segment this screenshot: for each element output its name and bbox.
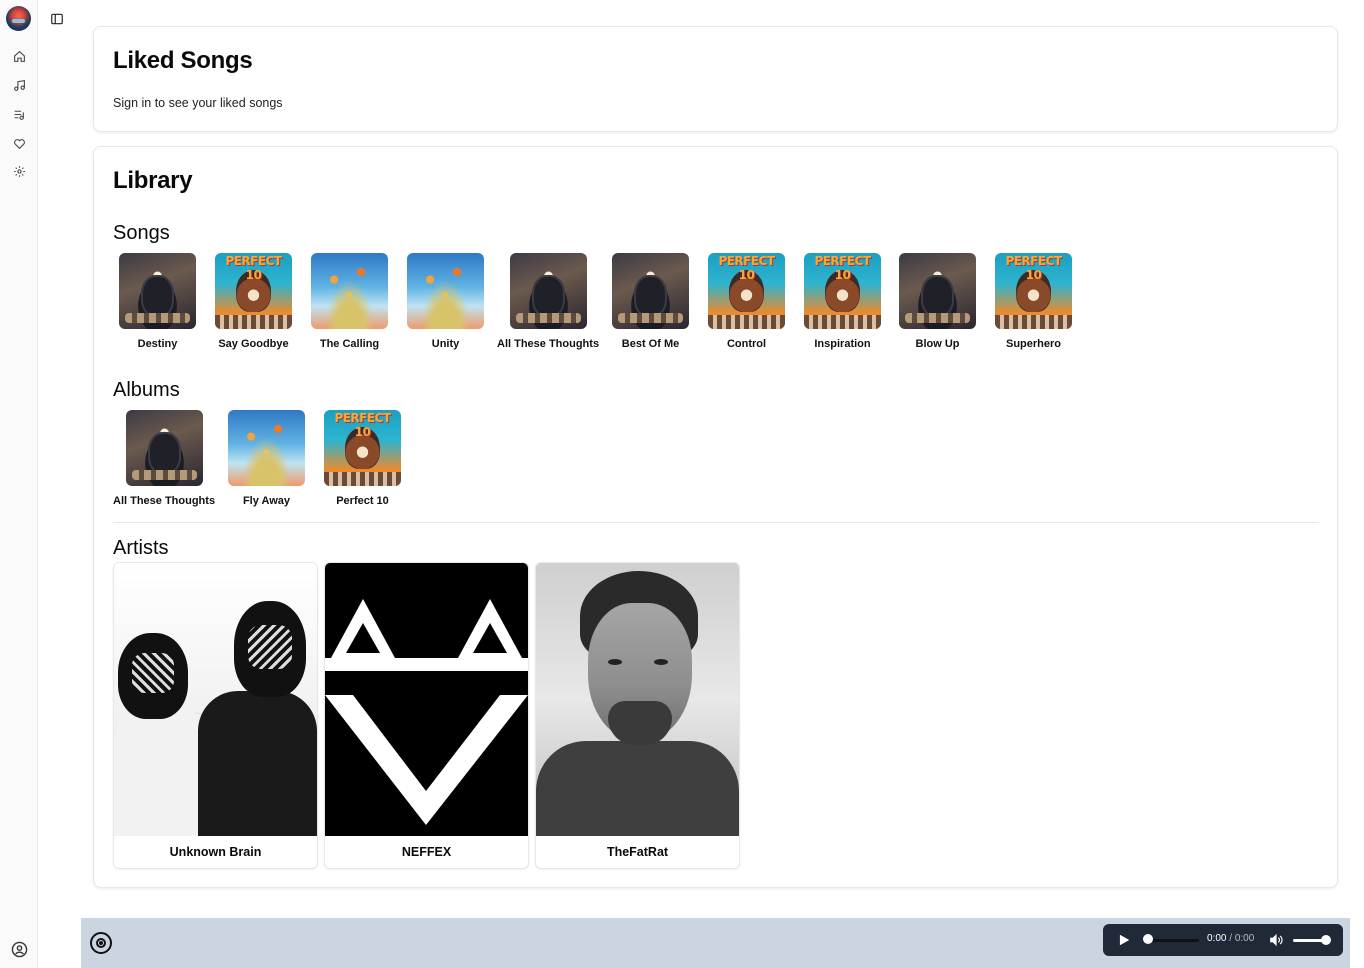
- song-title: Unity: [431, 338, 460, 350]
- app-logo[interactable]: [6, 6, 31, 31]
- album-tile[interactable]: PERFECT 10 Perfect 10: [324, 410, 401, 507]
- artist-card[interactable]: TheFatRat: [535, 562, 740, 869]
- artist-name: NEFFEX: [401, 845, 452, 859]
- album-title: All These Thoughts: [113, 495, 216, 507]
- song-cover: PERFECT 10: [215, 253, 292, 329]
- song-title: Say Goodbye: [218, 338, 289, 350]
- volume-icon[interactable]: [1269, 933, 1283, 947]
- user-circle-icon[interactable]: [11, 941, 28, 958]
- song-cover: [612, 253, 689, 329]
- album-cover: [228, 410, 305, 486]
- cover-text: PERFECT 10: [225, 254, 282, 282]
- song-tile[interactable]: PERFECT 10 Inspiration: [804, 253, 881, 350]
- liked-songs-card: Liked Songs Sign in to see your liked so…: [93, 26, 1338, 132]
- settings-icon[interactable]: [11, 163, 27, 179]
- song-cover: [119, 253, 196, 329]
- library-card: Library Songs Destiny PERFECT 10 Say Goo…: [93, 146, 1338, 888]
- song-cover: [509, 253, 587, 329]
- song-tile[interactable]: All These Thoughts: [497, 253, 599, 350]
- album-cover: [125, 410, 203, 486]
- song-tile[interactable]: PERFECT 10 Control: [708, 253, 785, 350]
- song-cover: PERFECT 10: [995, 253, 1072, 329]
- artist-name: Unknown Brain: [169, 845, 262, 859]
- player-bar: 0:00 / 0:00: [81, 918, 1350, 968]
- library-title: Library: [113, 167, 193, 194]
- cover-text: PERFECT 10: [1005, 254, 1062, 282]
- sidebar: [0, 0, 38, 968]
- heart-icon[interactable]: [11, 135, 27, 151]
- artist-card[interactable]: Unknown Brain: [113, 562, 318, 869]
- disc-icon[interactable]: [89, 931, 113, 955]
- album-cover: PERFECT 10: [324, 410, 401, 486]
- songs-heading: Songs: [113, 222, 170, 244]
- playlist-icon[interactable]: [11, 106, 27, 122]
- duration: 0:00: [1234, 933, 1255, 944]
- song-title: Blow Up: [915, 338, 960, 350]
- song-title: Inspiration: [814, 338, 871, 350]
- song-tile[interactable]: Unity: [407, 253, 484, 350]
- cover-text: PERFECT 10: [334, 411, 391, 439]
- cover-text: PERFECT 10: [814, 254, 871, 282]
- current-time: 0:00: [1207, 933, 1227, 944]
- cover-text: PERFECT 10: [718, 254, 775, 282]
- song-title: Control: [726, 338, 767, 350]
- song-cover: [407, 253, 484, 329]
- song-cover: [899, 253, 976, 329]
- audio-controls: 0:00 / 0:00: [1103, 924, 1343, 956]
- song-title: All These Thoughts: [497, 338, 600, 350]
- music-note-icon[interactable]: [11, 77, 27, 93]
- home-icon[interactable]: [11, 48, 27, 64]
- song-tile[interactable]: The Calling: [311, 253, 388, 350]
- song-title: Best Of Me: [621, 338, 680, 350]
- time-display: 0:00 / 0:00: [1207, 933, 1254, 944]
- time-separator: /: [1229, 933, 1233, 944]
- divider: [113, 522, 1319, 523]
- sidebar-toggle-icon[interactable]: [50, 12, 64, 26]
- album-tile[interactable]: All These Thoughts: [113, 410, 215, 507]
- artist-card[interactable]: NEFFEX: [324, 562, 529, 869]
- artist-image: [114, 563, 317, 836]
- artist-name: TheFatRat: [606, 845, 669, 859]
- song-title: The Calling: [319, 338, 380, 350]
- artists-heading: Artists: [113, 537, 169, 559]
- liked-songs-title: Liked Songs: [113, 47, 253, 74]
- volume-handle[interactable]: [1321, 935, 1331, 945]
- seek-bar[interactable]: [1147, 939, 1199, 942]
- song-cover: PERFECT 10: [708, 253, 785, 329]
- artist-image: [325, 563, 528, 836]
- song-title: Superhero: [1005, 338, 1061, 350]
- seek-handle[interactable]: [1143, 934, 1153, 944]
- song-tile[interactable]: Best Of Me: [612, 253, 689, 350]
- album-tile[interactable]: Fly Away: [228, 410, 305, 507]
- album-title: Perfect 10: [336, 495, 389, 507]
- album-title: Fly Away: [242, 495, 291, 507]
- song-tile[interactable]: PERFECT 10 Say Goodbye: [215, 253, 292, 350]
- song-cover: [311, 253, 388, 329]
- song-tile[interactable]: PERFECT 10 Superhero: [995, 253, 1072, 350]
- song-title: Destiny: [137, 338, 178, 350]
- song-tile[interactable]: Blow Up: [899, 253, 976, 350]
- artist-image: [536, 563, 739, 836]
- sign-in-message: Sign in to see your liked songs: [113, 96, 283, 110]
- albums-heading: Albums: [113, 379, 180, 401]
- play-icon[interactable]: [1117, 933, 1131, 947]
- song-tile[interactable]: Destiny: [119, 253, 196, 350]
- song-cover: PERFECT 10: [804, 253, 881, 329]
